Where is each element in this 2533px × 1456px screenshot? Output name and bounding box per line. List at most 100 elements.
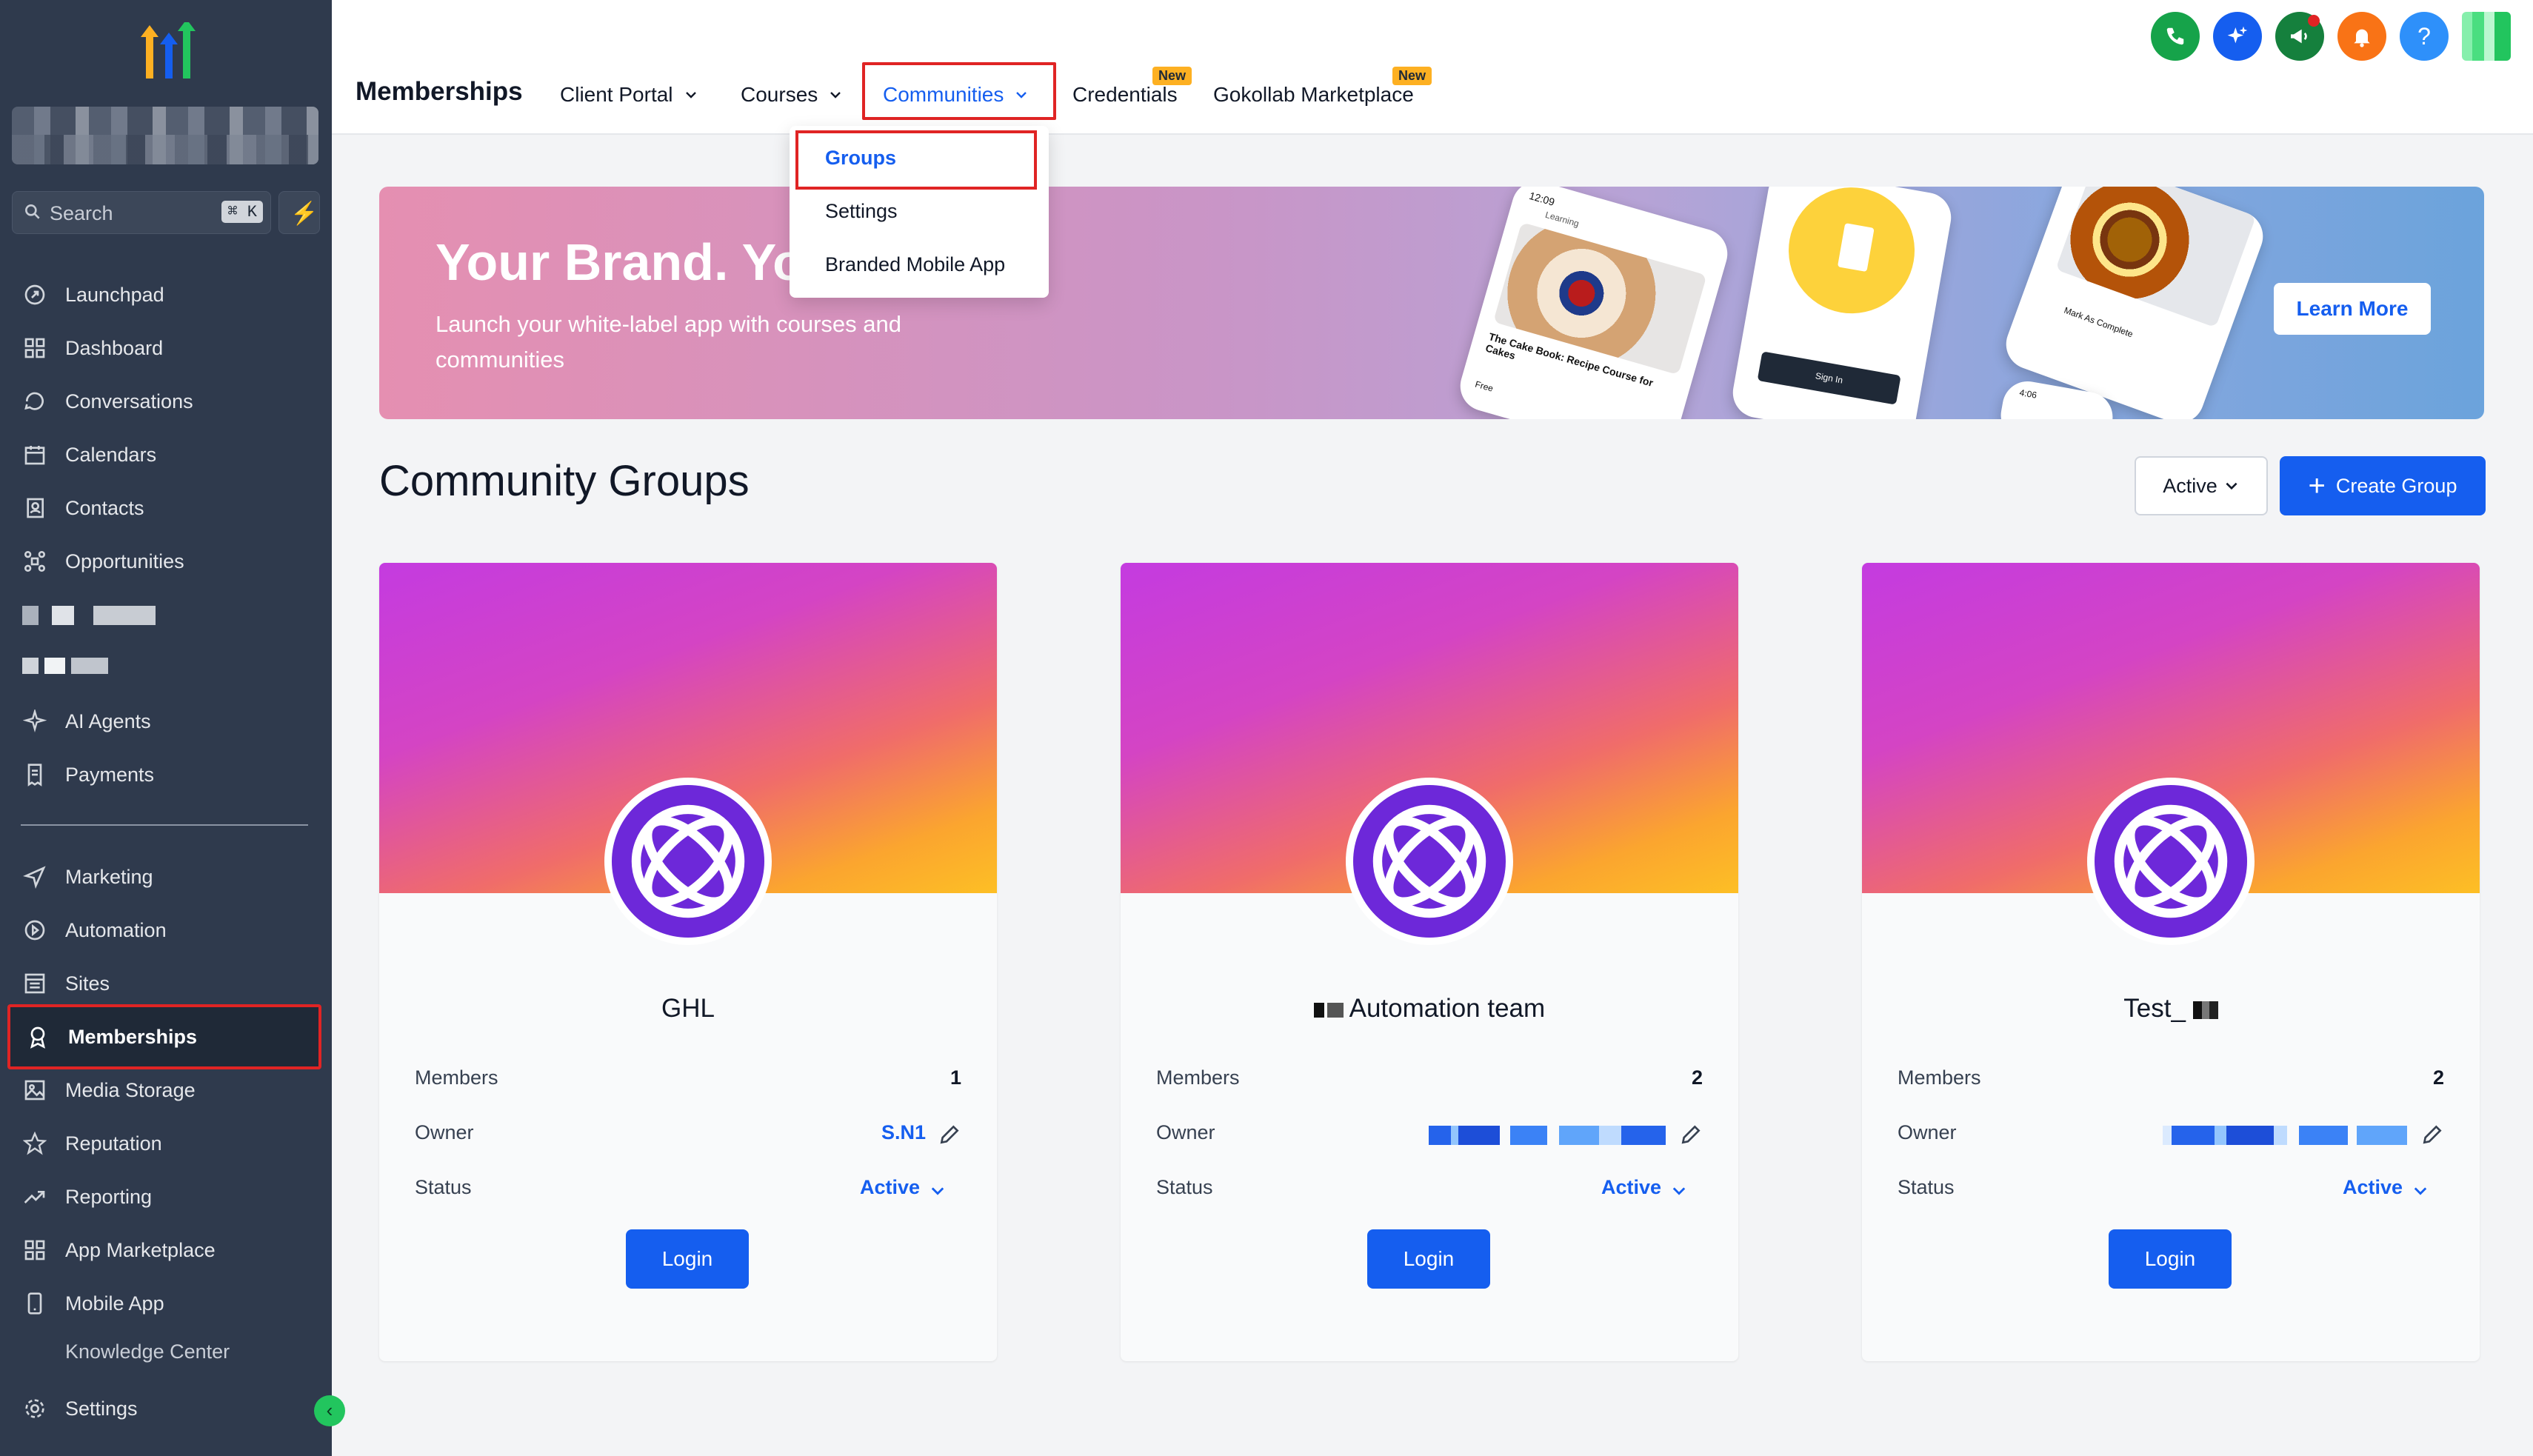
redacted-sidebar-item[interactable] (22, 658, 108, 674)
create-group-button[interactable]: + Create Group (2280, 456, 2486, 515)
sidebar-item-label: Sites (65, 972, 110, 995)
sidebar-item-label: App Marketplace (65, 1238, 216, 1261)
status-filter-value: Active (2163, 474, 2217, 497)
login-button[interactable]: Login (2109, 1229, 2232, 1289)
status-value[interactable]: Active (860, 1176, 920, 1199)
status-label: Status (1156, 1176, 1213, 1198)
community-logo-icon (612, 785, 764, 938)
sparkle-icon (21, 707, 49, 735)
search-input[interactable]: Search ⌘ K (12, 191, 271, 234)
login-button[interactable]: Login (1367, 1229, 1490, 1289)
collapse-sidebar-button[interactable]: ‹ (314, 1395, 345, 1426)
status-filter-select[interactable]: Active (2135, 456, 2268, 515)
tab-client-portal[interactable]: Client Portal (560, 83, 698, 107)
redacted-sidebar-item[interactable] (22, 606, 156, 625)
group-card[interactable]: GHL Members 1 Owner S.N1 Status Active L… (379, 563, 997, 1361)
sidebar-item-label: Contacts (65, 496, 144, 519)
search-icon (25, 204, 40, 219)
owner-label: Owner (1156, 1121, 1215, 1143)
account-switcher[interactable] (12, 107, 318, 164)
community-logo-icon (2095, 785, 2247, 938)
status-value[interactable]: Active (1601, 1176, 1661, 1199)
chevron-down-icon[interactable] (929, 1182, 947, 1200)
sidebar-item-mobile-app[interactable]: Mobile App (21, 1281, 317, 1326)
phone-icon[interactable] (2151, 12, 2200, 61)
group-name: Automation team (1121, 994, 1738, 1023)
sidebar-item-label: Dashboard (65, 336, 164, 359)
sites-icon (21, 969, 49, 998)
sidebar-item-contacts[interactable]: Contacts (21, 486, 317, 530)
sidebar-item-payments[interactable]: Payments (21, 752, 317, 797)
cookies-image (2055, 187, 2257, 328)
chevron-down-icon (685, 92, 696, 98)
phone-mark-complete: Mark As Complete (2062, 304, 2135, 340)
grid-icon (21, 1236, 49, 1264)
owner-name-redacted[interactable] (1429, 1126, 1666, 1145)
chevron-down-icon[interactable] (1670, 1182, 1688, 1200)
megaphone-icon[interactable] (2275, 12, 2324, 61)
sidebar-item-label: Payments (65, 763, 155, 786)
contacts-icon (21, 494, 49, 522)
app-logo[interactable] (133, 22, 200, 81)
sidebar-item-sites[interactable]: Sites (21, 961, 317, 1006)
login-button[interactable]: Login (626, 1229, 749, 1289)
sidebar-item-marketing[interactable]: Marketing (21, 855, 317, 899)
owner-row: Owner S.N1 (415, 1121, 961, 1151)
pencil-icon[interactable] (938, 1123, 961, 1146)
status-row: Status Active (415, 1176, 961, 1206)
trending-icon (21, 1183, 49, 1211)
sidebar-item-reputation[interactable]: Reputation (21, 1121, 317, 1166)
sidebar-item-reporting[interactable]: Reporting (21, 1175, 317, 1219)
pencil-icon[interactable] (2420, 1123, 2444, 1146)
quick-actions-button[interactable]: ⚡ (278, 191, 320, 234)
sidebar-item-memberships[interactable]: Memberships (7, 1004, 321, 1069)
tab-label: Gokollab Marketplace (1213, 83, 1414, 106)
sidebar-item-knowledge-center[interactable]: Knowledge Center (21, 1342, 302, 1363)
gear-icon (21, 1395, 49, 1423)
group-card[interactable]: Test_ Members 2 Owner Status Active Logi… (1862, 563, 2480, 1361)
notification-dot (2308, 15, 2320, 27)
sidebar-item-label: Marketing (65, 865, 153, 888)
sidebar-item-conversations[interactable]: Conversations (21, 379, 317, 424)
tab-courses[interactable]: Courses (741, 83, 843, 107)
owner-label: Owner (415, 1121, 474, 1143)
new-badge: New (1392, 67, 1432, 85)
dropdown-item-groups[interactable]: Groups (825, 147, 896, 170)
sidebar-item-label: Reputation (65, 1132, 162, 1155)
owner-name-redacted[interactable] (2163, 1126, 2407, 1145)
sidebar-item-opportunities[interactable]: Opportunities (21, 539, 317, 584)
group-card[interactable]: Automation team Members 2 Owner Status A… (1121, 563, 1738, 1361)
learn-more-button[interactable]: Learn More (2274, 283, 2431, 335)
owner-name[interactable]: S.N1 (881, 1121, 926, 1144)
section-title: Community Groups (379, 457, 750, 505)
sidebar-item-ai-agents[interactable]: AI Agents (21, 699, 317, 744)
group-name-text: Automation team (1349, 994, 1546, 1023)
dropdown-item-settings[interactable]: Settings (825, 200, 898, 223)
pencil-icon[interactable] (1679, 1123, 1703, 1146)
sidebar-item-dashboard[interactable]: Dashboard (21, 326, 317, 370)
sidebar-item-label: Knowledge Center (65, 1342, 230, 1363)
sidebar-item-settings[interactable]: Settings (21, 1386, 317, 1431)
tab-label: Courses (741, 83, 818, 106)
user-avatar[interactable] (2462, 12, 2511, 61)
phone-free: Free (1474, 378, 1495, 394)
chevron-down-icon[interactable] (2412, 1182, 2429, 1200)
tab-gokollab-marketplace[interactable]: Gokollab Marketplace (1213, 83, 1414, 107)
sidebar-item-app-marketplace[interactable]: App Marketplace (21, 1228, 317, 1272)
owner-row: Owner (1156, 1121, 1703, 1151)
sidebar-item-launchpad[interactable]: Launchpad (21, 273, 317, 317)
bell-icon[interactable] (2337, 12, 2386, 61)
tab-label: Client Portal (560, 83, 673, 106)
help-icon[interactable]: ? (2400, 12, 2449, 61)
members-row: Members 2 (1156, 1066, 1703, 1096)
sidebar-item-calendars[interactable]: Calendars (21, 433, 317, 477)
sidebar-item-media-storage[interactable]: Media Storage (21, 1068, 317, 1112)
dropdown-item-branded-mobile-app[interactable]: Branded Mobile App (825, 253, 1005, 276)
status-value[interactable]: Active (2343, 1176, 2403, 1199)
image-icon (21, 1076, 49, 1104)
sidebar-item-automation[interactable]: Automation (21, 908, 317, 952)
ai-sparkle-icon[interactable] (2213, 12, 2262, 61)
automation-icon (21, 916, 49, 944)
sidebar: Search ⌘ K ⚡ Launchpad Dashboard Convers… (0, 0, 332, 1456)
tab-credentials[interactable]: Credentials (1072, 83, 1178, 107)
